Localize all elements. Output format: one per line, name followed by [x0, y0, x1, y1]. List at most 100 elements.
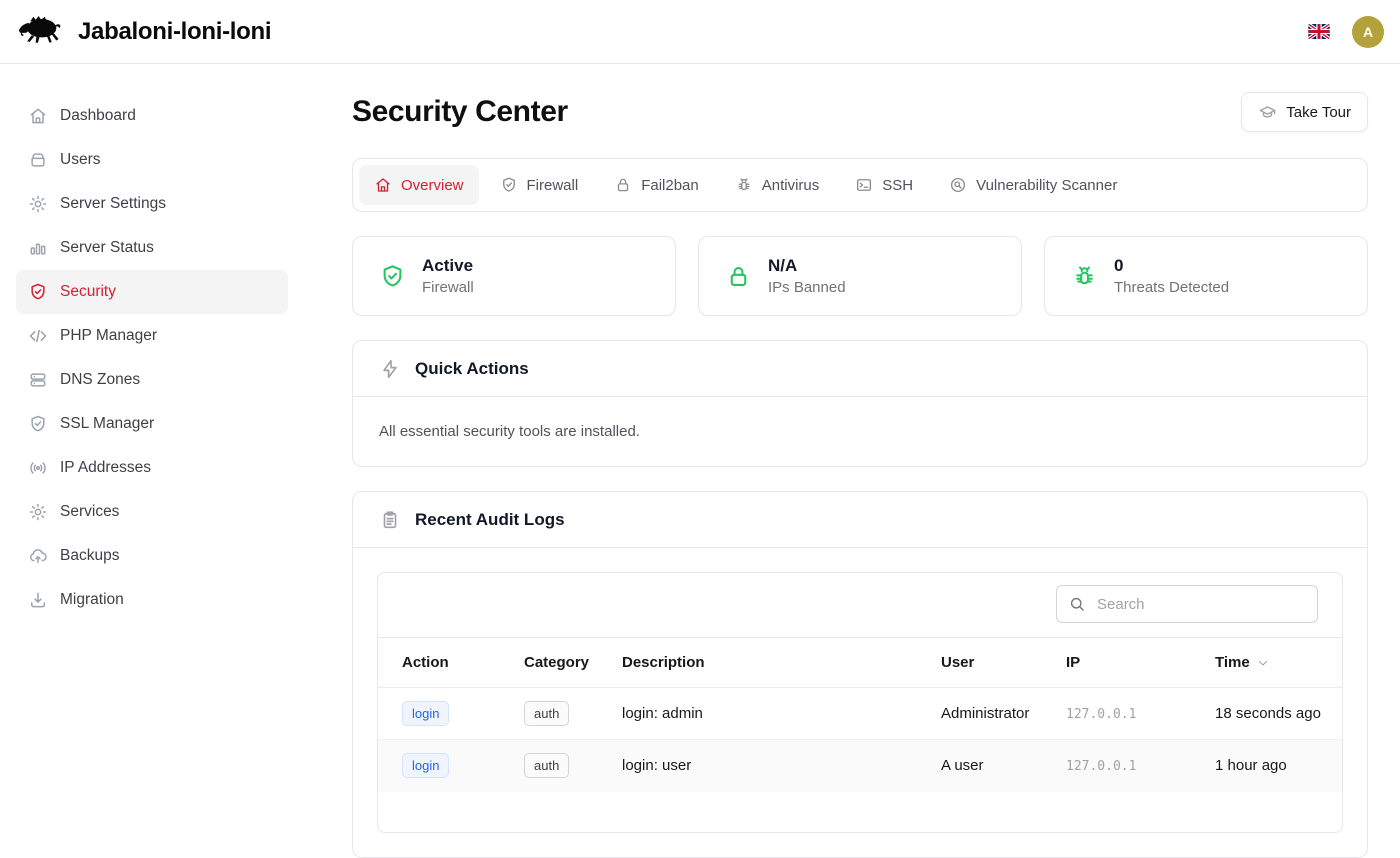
- boar-logo-icon: [18, 13, 64, 50]
- shield-check-icon: [500, 176, 518, 194]
- stat-label: Threats Detected: [1114, 279, 1229, 296]
- sidebar-item-server-status[interactable]: Server Status: [16, 226, 288, 270]
- brand-name: Jabaloni-loni-loni: [78, 18, 271, 46]
- language-flag-icon[interactable]: [1308, 24, 1330, 39]
- main-content: Security Center Take Tour Overview Firew…: [304, 64, 1400, 800]
- sidebar-item-label: Users: [60, 151, 100, 169]
- log-description: login: user: [610, 740, 929, 792]
- take-tour-button[interactable]: Take Tour: [1241, 92, 1368, 132]
- download-icon: [28, 590, 48, 610]
- sidebar-item-label: Dashboard: [60, 107, 136, 125]
- audit-logs-title: Recent Audit Logs: [415, 510, 565, 530]
- stat-card-ips-banned: N/A IPs Banned: [698, 236, 1022, 316]
- sidebar-item-label: Security: [60, 283, 116, 301]
- log-ip: 127.0.0.1: [1066, 759, 1136, 774]
- lightning-bolt-icon: [379, 358, 401, 380]
- log-user: A user: [929, 740, 1054, 792]
- lock-icon: [725, 263, 752, 290]
- quick-actions-message: All essential security tools are install…: [353, 397, 1367, 466]
- tab-label: Firewall: [527, 177, 579, 194]
- stat-label: Firewall: [422, 279, 474, 296]
- scan-search-icon: [949, 176, 967, 194]
- audit-table-container: Action Category Description User IP Time: [377, 572, 1343, 833]
- security-tabs: Overview Firewall Fail2ban Antivirus SSH…: [352, 158, 1368, 212]
- column-header-time[interactable]: Time: [1203, 638, 1342, 688]
- bug-icon: [735, 176, 753, 194]
- tab-vulnerability-scanner[interactable]: Vulnerability Scanner: [934, 165, 1132, 205]
- clipboard-icon: [379, 509, 401, 531]
- audit-search: [1056, 585, 1318, 623]
- tab-ssh[interactable]: SSH: [840, 165, 928, 205]
- tab-label: SSH: [882, 177, 913, 194]
- sidebar: Dashboard Users Server Settings Server S…: [0, 64, 304, 800]
- search-icon: [1068, 595, 1086, 613]
- sidebar-item-label: DNS Zones: [60, 371, 140, 389]
- sidebar-item-backups[interactable]: Backups: [16, 534, 288, 578]
- column-header-ip[interactable]: IP: [1054, 638, 1203, 688]
- tab-label: Vulnerability Scanner: [976, 177, 1117, 194]
- sidebar-item-security[interactable]: Security: [16, 270, 288, 314]
- server-stack-icon: [28, 370, 48, 390]
- category-badge: auth: [524, 701, 569, 726]
- terminal-icon: [855, 176, 873, 194]
- tab-overview[interactable]: Overview: [359, 165, 479, 205]
- user-avatar[interactable]: A: [1352, 16, 1384, 48]
- stat-card-firewall: Active Firewall: [352, 236, 676, 316]
- sidebar-item-label: Backups: [60, 547, 119, 565]
- chevron-down-icon: [1256, 656, 1270, 670]
- tab-firewall[interactable]: Firewall: [485, 165, 594, 205]
- shield-check-icon: [28, 282, 48, 302]
- tab-antivirus[interactable]: Antivirus: [720, 165, 835, 205]
- tab-fail2ban[interactable]: Fail2ban: [599, 165, 714, 205]
- sidebar-item-label: IP Addresses: [60, 459, 151, 477]
- bar-chart-icon: [28, 238, 48, 258]
- sidebar-item-dashboard[interactable]: Dashboard: [16, 94, 288, 138]
- sidebar-item-migration[interactable]: Migration: [16, 578, 288, 622]
- tab-label: Overview: [401, 177, 464, 194]
- home-icon: [374, 176, 392, 194]
- shield-check-icon: [28, 414, 48, 434]
- home-icon: [28, 106, 48, 126]
- tab-label: Fail2ban: [641, 177, 699, 194]
- quick-actions-card: Quick Actions All essential security too…: [352, 340, 1368, 467]
- log-description: login: admin: [610, 688, 929, 740]
- sidebar-item-label: Migration: [60, 591, 124, 609]
- sidebar-item-label: PHP Manager: [60, 327, 157, 345]
- bug-icon: [1071, 263, 1098, 290]
- top-bar: Jabaloni-loni-loni A: [0, 0, 1400, 64]
- gear-icon: [28, 194, 48, 214]
- sidebar-item-label: SSL Manager: [60, 415, 154, 433]
- column-header-description[interactable]: Description: [610, 638, 929, 688]
- table-bottom-spacer: [378, 792, 1342, 832]
- audit-table: Action Category Description User IP Time: [378, 637, 1342, 792]
- stat-cards: Active Firewall N/A IPs Banned 0 Threats…: [352, 236, 1368, 316]
- tab-label: Antivirus: [762, 177, 820, 194]
- audit-log-row: login auth login: admin Administrator 12…: [378, 688, 1342, 740]
- graduation-cap-icon: [1258, 103, 1277, 122]
- column-header-time-label: Time: [1215, 654, 1250, 671]
- audit-log-row: login auth login: user A user 127.0.0.1 …: [378, 740, 1342, 792]
- search-input[interactable]: [1056, 585, 1318, 623]
- column-header-category[interactable]: Category: [512, 638, 610, 688]
- sidebar-item-server-settings[interactable]: Server Settings: [16, 182, 288, 226]
- log-ip: 127.0.0.1: [1066, 707, 1136, 722]
- sidebar-item-php-manager[interactable]: PHP Manager: [16, 314, 288, 358]
- column-header-action[interactable]: Action: [378, 638, 512, 688]
- action-badge: login: [402, 701, 449, 726]
- sidebar-item-ssl-manager[interactable]: SSL Manager: [16, 402, 288, 446]
- sidebar-item-dns-zones[interactable]: DNS Zones: [16, 358, 288, 402]
- category-badge: auth: [524, 753, 569, 778]
- radio-waves-icon: [28, 458, 48, 478]
- stat-card-threats: 0 Threats Detected: [1044, 236, 1368, 316]
- gear-icon: [28, 502, 48, 522]
- sidebar-item-services[interactable]: Services: [16, 490, 288, 534]
- log-time: 1 hour ago: [1203, 740, 1342, 792]
- sidebar-item-ip-addresses[interactable]: IP Addresses: [16, 446, 288, 490]
- sidebar-item-users[interactable]: Users: [16, 138, 288, 182]
- log-user: Administrator: [929, 688, 1054, 740]
- log-time: 18 seconds ago: [1203, 688, 1342, 740]
- column-header-user[interactable]: User: [929, 638, 1054, 688]
- stat-value: 0: [1114, 256, 1229, 276]
- brand[interactable]: Jabaloni-loni-loni: [18, 13, 271, 50]
- sidebar-item-label: Services: [60, 503, 119, 521]
